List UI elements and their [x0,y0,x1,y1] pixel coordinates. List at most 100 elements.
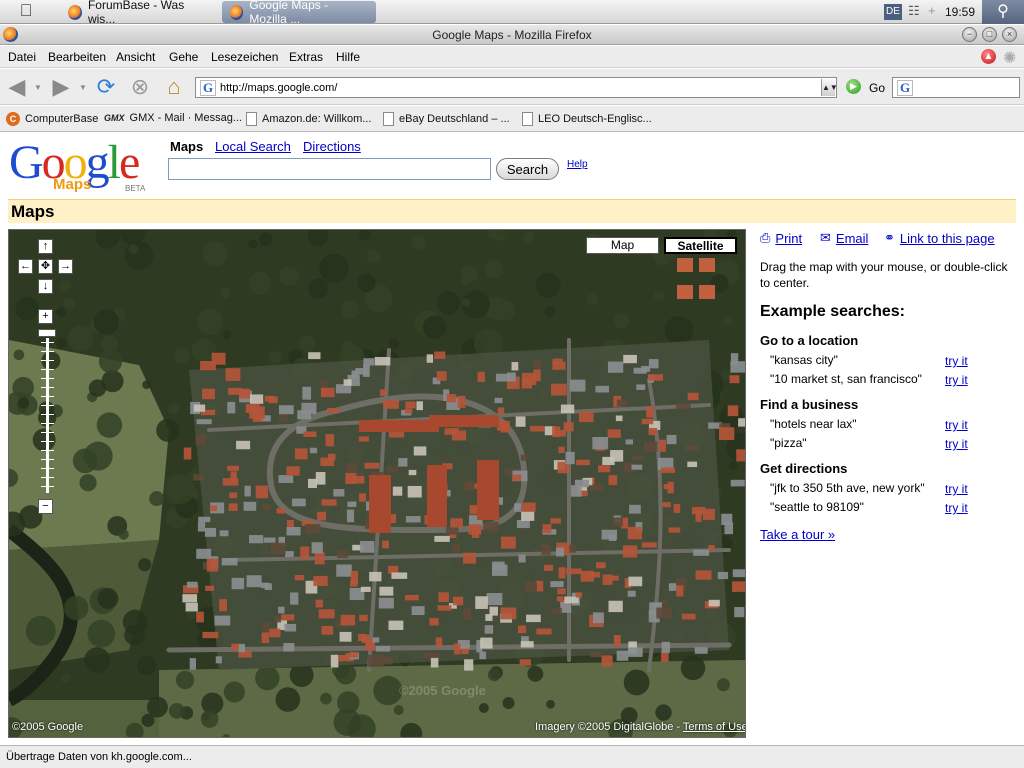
computerbase-favicon-icon: C [6,112,20,126]
zoom-slider-thumb[interactable] [38,329,56,337]
bookmark-label: LEO Deutsch-Englisc... [538,113,652,125]
pan-right-icon[interactable]: → [58,259,73,274]
map-instructions: Drag the map with your mouse, or double-… [760,260,1008,290]
try-it-link[interactable]: try it [945,501,968,515]
pan-down-icon[interactable]: ↓ [38,279,53,294]
example-query: "seattle to 98109" [770,500,864,514]
take-a-tour-link[interactable]: Take a tour » [760,527,835,542]
reload-icon[interactable]: ⟳ [92,73,120,101]
zoom-slider-tick [41,396,54,397]
bookmark-amazon[interactable]: Amazon.de: Willkom... [246,112,371,126]
go-button[interactable]: Go [869,81,885,95]
search-input[interactable] [168,158,491,180]
clock[interactable]: 19:59 [945,5,975,19]
map-type-map-button[interactable]: Map [586,237,659,254]
tab-local-search[interactable]: Local Search [215,139,291,154]
navigation-toolbar: ◀ ▼ ▶ ▼ ⟳ ⊗ ⌂ G ▲▼ ▶ Go G [0,69,1024,105]
example-query: "kansas city" [770,353,838,367]
menu-datei[interactable]: Datei [8,50,36,64]
section-get-directions: Get directions [760,461,848,476]
menu-hilfe[interactable]: Hilfe [336,50,360,64]
print-link[interactable]: ⎙ Print [760,230,802,246]
bookmark-leo[interactable]: LEO Deutsch-Englisc... [522,112,652,126]
zoom-slider-tick [41,441,54,442]
bookmark-ebay[interactable]: eBay Deutschland – ... [383,112,510,126]
email-label[interactable]: Email [836,231,869,246]
zoom-slider-tick [41,378,54,379]
map-type-satellite-button[interactable]: Satellite [664,237,737,254]
bookmark-gmx[interactable]: GMX GMX - Mail · Messag... [104,112,242,124]
maximize-button[interactable]: □ [982,27,997,42]
zoom-slider-tick [41,369,54,370]
zoom-slider-tick [41,387,54,388]
zoom-in-icon[interactable]: + [38,309,53,324]
zoom-out-icon[interactable]: − [38,499,53,514]
minimize-button[interactable]: − [962,27,977,42]
sidebar-panel: ⎙ Print ✉ Email ⚭ Link to this page Drag… [760,229,1018,549]
go-arrow-icon[interactable]: ▶ [846,79,861,94]
chain-link-icon: ⚭ [884,230,895,245]
zoom-slider-tick [41,342,54,343]
email-link[interactable]: ✉ Email [820,230,868,246]
bookmark-computerbase[interactable]: C ComputerBase [6,112,98,126]
tab-maps: Maps [170,139,204,154]
web-search-box[interactable]: G [892,77,1020,98]
os-tab-label: ForumBase - Was wis... [87,0,185,26]
page-icon [383,112,394,126]
input-language-indicator[interactable]: DE [884,4,902,20]
pan-center-icon[interactable]: ✥ [38,259,53,274]
stop-icon[interactable]: ⊗ [126,73,154,101]
forward-arrow-icon[interactable]: ▶ [48,73,74,101]
alert-icon[interactable]: ▲ [981,49,996,64]
zoom-slider-tick [41,477,54,478]
zoom-slider-tick [41,414,54,415]
zoom-slider-tick [41,405,54,406]
try-it-link[interactable]: try it [945,482,968,496]
link-to-page[interactable]: ⚭ Link to this page [884,230,995,246]
forward-history-dropdown-icon[interactable]: ▼ [78,73,88,101]
bookmark-label: GMX - Mail · Messag... [129,112,242,124]
tab-directions[interactable]: Directions [303,139,361,154]
terms-of-use-link[interactable]: Terms of Use [683,721,745,733]
menu-extras[interactable]: Extras [289,50,323,64]
example-query: "jfk to 350 5th ave, new york" [770,481,925,495]
url-input[interactable] [220,78,810,97]
link-to-page-label[interactable]: Link to this page [900,231,995,246]
satellite-imagery[interactable] [9,230,746,738]
menu-ansicht[interactable]: Ansicht [116,50,155,64]
spotlight-search-icon[interactable]: ⚲ [982,0,1024,24]
status-bar: Übertrage Daten von kh.google.com... [0,745,1024,768]
bookmark-label: eBay Deutschland – ... [399,113,510,125]
map-copyright: ©2005 Google [12,721,84,733]
back-history-dropdown-icon[interactable]: ▼ [33,73,43,101]
add-icon[interactable]: + [928,3,936,18]
try-it-link[interactable]: try it [945,354,968,368]
menu-lesezeichen[interactable]: Lesezeichen [211,50,278,64]
url-history-dropdown-icon[interactable]: ▲▼ [821,79,838,96]
os-tab-forumbase[interactable]: ForumBase - Was wis... [60,0,214,26]
os-tab-google-maps[interactable]: Google Maps - Mozilla ... [222,0,376,26]
os-menubar:  ForumBase - Was wis... Google Maps - M… [0,0,1024,26]
search-button[interactable]: Search [496,158,559,180]
google-search-engine-icon[interactable]: G [897,79,913,96]
url-bar[interactable]: G ▲▼ [195,77,838,98]
home-icon[interactable]: ⌂ [160,73,188,101]
menu-bearbeiten[interactable]: Bearbeiten [48,50,106,64]
google-maps-logo[interactable]: Google Maps BETA [9,138,159,196]
map-view[interactable]: ↑ ← ✥ → ↓ + − Map Satellite ©2005 Google… [8,229,746,738]
logo-beta-label: BETA [125,184,146,193]
try-it-link[interactable]: try it [945,418,968,432]
try-it-link[interactable]: try it [945,437,968,451]
print-label[interactable]: Print [775,231,802,246]
close-button[interactable]: × [1002,27,1017,42]
network-icon[interactable]: ☷ [908,3,920,19]
zoom-slider-track[interactable] [46,338,49,493]
pan-left-icon[interactable]: ← [18,259,33,274]
apple-menu-icon[interactable]:  [6,1,46,23]
menu-gehe[interactable]: Gehe [169,50,198,64]
try-it-link[interactable]: try it [945,373,968,387]
section-title: Maps [11,202,55,221]
back-arrow-icon[interactable]: ◀ [4,73,30,101]
help-link[interactable]: Help [567,159,588,170]
pan-up-icon[interactable]: ↑ [38,239,53,254]
